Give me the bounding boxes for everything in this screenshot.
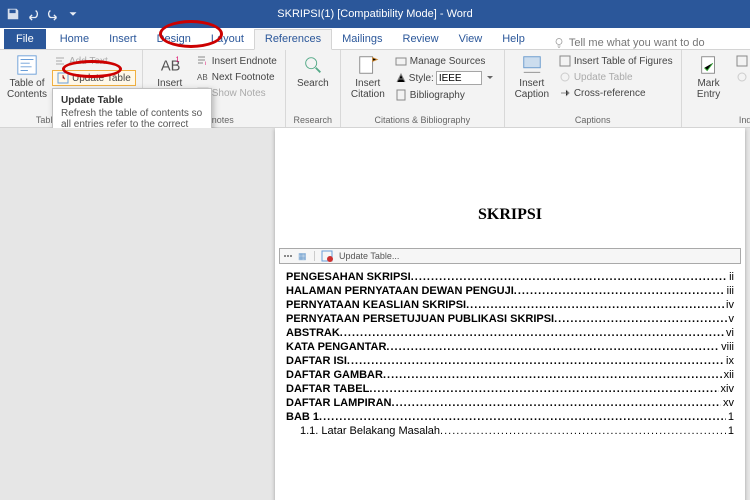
group-label-citations: Citations & Bibliography (347, 115, 498, 127)
toc-row[interactable]: KATA PENGANTAR viii (286, 341, 734, 353)
tell-me-search[interactable]: Tell me what you want to do (553, 37, 705, 49)
mark-entry-icon (698, 54, 720, 76)
toc-row[interactable]: HALAMAN PERNYATAAN DEWAN PENGUJI iii (286, 285, 734, 297)
tab-layout[interactable]: Layout (201, 30, 254, 49)
toc-menu-icon[interactable]: ▦ (298, 251, 308, 262)
insert-citation-button[interactable]: Insert Citation (347, 52, 389, 100)
tab-help[interactable]: Help (492, 30, 535, 49)
update-icon (736, 71, 748, 83)
toc-row[interactable]: BAB 1 1 (286, 411, 734, 423)
toc-update-button[interactable]: Update Table... (339, 251, 399, 261)
redo-icon[interactable] (46, 7, 60, 21)
group-label-index: Index (688, 115, 750, 127)
tooltip-title: Update Table (61, 95, 203, 106)
update-icon (559, 71, 571, 83)
tab-file[interactable]: File (4, 29, 46, 49)
group-index: Mark Entry Insert Index Update Index Ind… (682, 50, 750, 127)
search-button[interactable]: Search (292, 52, 334, 89)
undo-icon[interactable] (26, 7, 40, 21)
search-icon (302, 54, 324, 76)
toc-row[interactable]: DAFTAR ISI ix (286, 355, 734, 367)
toc-icon (16, 54, 38, 76)
toc-body: PENGESAHAN SKRIPSI ii HALAMAN PERNYATAAN … (279, 264, 741, 440)
window-title: SKRIPSI(1) [Compatibility Mode] - Word (277, 8, 472, 20)
save-icon[interactable] (6, 7, 20, 21)
update-tof-button[interactable]: Update Table (557, 70, 675, 84)
toc-row[interactable]: DAFTAR TABEL xiv (286, 383, 734, 395)
tab-references[interactable]: References (254, 29, 332, 50)
next-footnote-icon: AB (197, 71, 209, 83)
chevron-down-icon[interactable] (66, 7, 80, 21)
group-captions: Insert Caption Insert Table of Figures U… (505, 50, 682, 127)
add-text-button[interactable]: Add Text (52, 54, 136, 68)
group-research: Search Research (286, 50, 341, 127)
tab-review[interactable]: Review (393, 30, 449, 49)
toc-field[interactable]: ▦ Update Table... PENGESAHAN SKRIPSI ii H… (279, 248, 741, 440)
insert-table-of-figures-button[interactable]: Insert Table of Figures (557, 54, 675, 68)
update-table-button[interactable]: Update Table (52, 70, 136, 86)
update-index-button[interactable]: Update Index (734, 70, 750, 84)
next-footnote-button[interactable]: ABNext Footnote (195, 70, 279, 84)
style-value-input[interactable] (436, 71, 482, 85)
endnote-icon: i (197, 55, 209, 67)
svg-text:i: i (205, 61, 206, 67)
bibliography-button[interactable]: Bibliography (393, 88, 498, 102)
document-workspace[interactable]: SKRIPSI ▦ Update Table... PENGESAHAN SKR… (0, 128, 750, 500)
bibliography-icon (395, 89, 407, 101)
toc-row[interactable]: PENGESAHAN SKRIPSI ii (286, 271, 734, 283)
svg-text:1: 1 (175, 54, 179, 63)
insert-index-icon (736, 55, 748, 67)
tab-home[interactable]: Home (50, 30, 99, 49)
lightbulb-icon (553, 37, 565, 49)
manage-sources-icon (395, 55, 407, 67)
citation-icon (357, 54, 379, 76)
citation-style-select[interactable]: Style: (393, 70, 498, 86)
tell-me-label: Tell me what you want to do (569, 37, 705, 49)
caption-icon (521, 54, 543, 76)
insert-index-button[interactable]: Insert Index (734, 54, 750, 68)
document-title: SKRIPSI (275, 206, 745, 224)
document-page: SKRIPSI ▦ Update Table... PENGESAHAN SKR… (275, 128, 745, 500)
group-label-research: Research (292, 115, 334, 127)
toc-field-header: ▦ Update Table... (279, 248, 741, 264)
style-icon (395, 72, 407, 84)
toc-row[interactable]: DAFTAR GAMBAR xii (286, 369, 734, 381)
mark-entry-button[interactable]: Mark Entry (688, 52, 730, 100)
group-citations: Insert Citation Manage Sources Style: Bi… (341, 50, 505, 127)
insert-endnote-button[interactable]: iInsert Endnote (195, 54, 279, 68)
footnote-icon: AB1 (159, 54, 181, 76)
chevron-down-icon[interactable] (484, 72, 496, 84)
toc-row[interactable]: PERNYATAAN KEASLIAN SKRIPSI iv (286, 299, 734, 311)
tab-view[interactable]: View (449, 30, 493, 49)
update-table-icon (321, 250, 333, 262)
cross-reference-button[interactable]: Cross-reference (557, 86, 675, 100)
title-bar: SKRIPSI(1) [Compatibility Mode] - Word (0, 0, 750, 28)
grip-icon[interactable] (284, 255, 292, 257)
toc-row[interactable]: PERNYATAAN PERSETUJUAN PUBLIKASI SKRIPSI… (286, 313, 734, 325)
group-label-captions: Captions (511, 115, 675, 127)
toc-row[interactable]: ABSTRAK vi (286, 327, 734, 339)
tab-design[interactable]: Design (147, 30, 201, 49)
tab-insert[interactable]: Insert (99, 30, 147, 49)
add-text-icon (54, 55, 66, 67)
toc-row[interactable]: 1.1. Latar Belakang Masalah 1 (286, 425, 734, 437)
svg-text:AB: AB (197, 73, 208, 82)
tab-mailings[interactable]: Mailings (332, 30, 392, 49)
insert-caption-button[interactable]: Insert Caption (511, 52, 553, 100)
table-of-contents-button[interactable]: Table of Contents (6, 52, 48, 100)
ribbon-tabs: File Home Insert Design Layout Reference… (0, 28, 750, 50)
quick-access-toolbar (0, 7, 86, 21)
update-table-icon (57, 72, 69, 84)
crossref-icon (559, 87, 571, 99)
tof-icon (559, 55, 571, 67)
toc-row[interactable]: DAFTAR LAMPIRAN xv (286, 397, 734, 409)
manage-sources-button[interactable]: Manage Sources (393, 54, 498, 68)
